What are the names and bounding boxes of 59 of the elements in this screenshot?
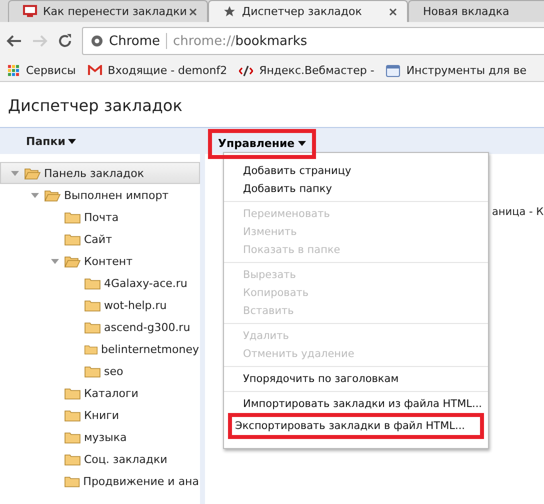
bookmark-title[interactable]: аница - К xyxy=(492,206,544,218)
folder-icon xyxy=(64,210,81,224)
open-folder-icon xyxy=(64,254,81,268)
back-arrow-icon[interactable] xyxy=(6,34,22,48)
open-folder-icon xyxy=(44,188,61,202)
folder-tree-item[interactable]: seo xyxy=(0,360,200,382)
folder-tree-item[interactable]: 4Galaxy-ace.ru xyxy=(0,272,200,294)
folders-heading[interactable]: Папки xyxy=(0,134,199,148)
folder-icon xyxy=(84,320,101,334)
mail-icon xyxy=(88,65,102,76)
page-title: Диспетчер закладок xyxy=(7,95,184,117)
monitor-icon xyxy=(23,5,37,18)
folder-icon xyxy=(64,386,81,400)
folder-icon xyxy=(84,364,101,378)
caret-icon xyxy=(68,138,76,144)
page-icon xyxy=(386,64,400,76)
menu-item[interactable]: Экспортировать закладки в файл HTML... xyxy=(228,413,484,439)
reload-icon[interactable] xyxy=(58,34,72,48)
folder-tree-item[interactable]: Панель закладок xyxy=(0,162,200,184)
folder-tree-item[interactable]: Продвижение и ана xyxy=(0,470,200,492)
star-icon xyxy=(223,5,236,18)
caret-icon xyxy=(298,141,306,146)
folder-tree-item[interactable]: Контент xyxy=(0,250,200,272)
open-folder-icon xyxy=(24,166,41,180)
folder-tree-item[interactable]: Выполнен импорт xyxy=(0,184,200,206)
bookmark-item[interactable]: Яндекс.Вебмастер - xyxy=(239,64,374,77)
bookmark-item[interactable]: Входящие - demonf2 xyxy=(88,64,228,77)
folder-tree-item[interactable]: ascend-g300.ru xyxy=(0,316,200,338)
folder-tree-item[interactable]: Почта xyxy=(0,206,200,228)
folder-tree-item[interactable]: Соц. закладки xyxy=(0,448,200,470)
bookmark-item[interactable]: Инструменты для ве xyxy=(386,64,527,77)
folder-tree-item[interactable]: Книги xyxy=(0,404,200,426)
folder-icon xyxy=(84,276,101,290)
browser-tab[interactable]: Как перенести закладки xyxy=(8,0,208,22)
folder-icon xyxy=(64,408,81,422)
folder-icon xyxy=(64,474,80,488)
browser-tab[interactable]: Новая вкладка xyxy=(408,0,544,22)
menu-item[interactable]: Упорядочить по заголовкам xyxy=(224,370,488,388)
bookmark-item[interactable]: Сервисы xyxy=(8,64,76,77)
address-bar[interactable]: Chrome chrome://bookmarks xyxy=(82,27,544,55)
close-icon[interactable] xyxy=(389,8,397,16)
folder-icon xyxy=(84,342,98,356)
folder-tree-item[interactable]: belinternetmoney xyxy=(0,338,200,360)
expanded-triangle-icon[interactable] xyxy=(31,192,39,198)
folder-icon xyxy=(64,232,81,246)
close-icon[interactable] xyxy=(189,8,197,16)
folder-icon xyxy=(84,298,101,312)
browser-tab[interactable]: Диспетчер закладок xyxy=(208,0,408,22)
folder-icon xyxy=(64,430,81,444)
folder-tree-item[interactable]: Каталоги xyxy=(0,382,200,404)
menu-item[interactable]: Добавить страницу xyxy=(224,162,488,180)
menu-item[interactable]: Импортировать закладки из файла HTML... xyxy=(224,395,488,413)
menu-item[interactable]: Добавить папку xyxy=(224,180,488,198)
folder-tree-item[interactable]: Сайт xyxy=(0,228,200,250)
expanded-triangle-icon[interactable] xyxy=(51,258,59,264)
folder-tree-item[interactable]: музыка xyxy=(0,426,200,448)
folder-tree-item[interactable]: wot-help.ru xyxy=(0,294,200,316)
folder-icon xyxy=(64,452,81,466)
apps-grid-icon xyxy=(8,64,20,76)
